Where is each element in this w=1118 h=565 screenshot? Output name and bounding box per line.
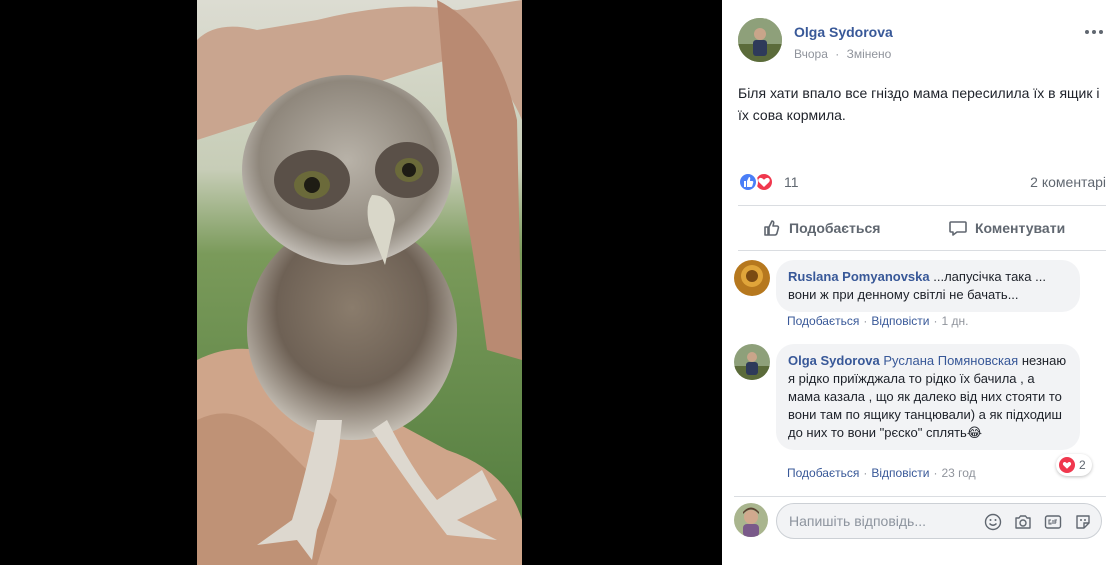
comment-actions: Подобається · Відповісти · 23 год bbox=[787, 466, 976, 480]
post-author-name[interactable]: Olga Sydorova bbox=[794, 24, 893, 40]
commenter-avatar[interactable] bbox=[734, 260, 770, 296]
comment-like-link[interactable]: Подобається bbox=[787, 466, 859, 480]
commenter-avatar-image bbox=[734, 344, 770, 380]
more-dot-icon bbox=[1099, 30, 1103, 34]
heart-icon bbox=[758, 177, 770, 187]
comment-author[interactable]: Ruslana Pomyanovska bbox=[788, 269, 930, 284]
comment-button[interactable]: Коментувати bbox=[948, 206, 1118, 250]
comment-reaction-count: 2 bbox=[1079, 458, 1086, 472]
author-avatar-image bbox=[738, 18, 782, 62]
comment-author[interactable]: Olga Sydorova bbox=[788, 353, 880, 368]
like-button[interactable]: Подобається bbox=[762, 206, 880, 250]
post-meta: Вчора · Змінено bbox=[794, 47, 891, 61]
comment-mention[interactable]: Руслана Помяновская bbox=[883, 353, 1018, 368]
gif-icon-svg bbox=[1044, 515, 1062, 529]
comment-reactions[interactable]: 2 bbox=[1056, 454, 1092, 476]
reply-input[interactable] bbox=[789, 512, 959, 530]
camera-icon-svg bbox=[1015, 515, 1031, 529]
reply-composer bbox=[734, 496, 1106, 542]
comment-time[interactable]: 23 год bbox=[941, 466, 975, 480]
more-dot-icon bbox=[1085, 30, 1089, 34]
more-options-button[interactable] bbox=[1080, 20, 1108, 44]
separator: · bbox=[863, 466, 868, 480]
sticker-icon[interactable] bbox=[1073, 512, 1093, 532]
commenter-avatar-image bbox=[734, 260, 770, 296]
commenter-avatar[interactable] bbox=[734, 344, 770, 380]
current-user-avatar-image bbox=[734, 503, 768, 537]
comment-count[interactable]: 2 коментарі bbox=[1030, 174, 1106, 190]
comment-reply-link[interactable]: Відповісти bbox=[871, 314, 929, 328]
meta-separator: · bbox=[835, 47, 840, 61]
comment-reply-link[interactable]: Відповісти bbox=[871, 466, 929, 480]
reactions-summary: 11 2 коментарі bbox=[738, 171, 1106, 193]
comment-item: Ruslana Pomyanovska ...лапусічка така ..… bbox=[734, 260, 1106, 332]
comment-actions: Подобається · Відповісти · 1 дн. bbox=[787, 314, 968, 328]
comment-like-link[interactable]: Подобається bbox=[787, 314, 859, 328]
owlet-photo-image bbox=[197, 0, 522, 565]
heart-icon bbox=[1059, 457, 1075, 473]
reaction-icons[interactable] bbox=[738, 171, 782, 193]
gif-icon[interactable] bbox=[1043, 512, 1063, 532]
owlet-photo[interactable] bbox=[197, 0, 522, 565]
post-header: Olga Sydorova Вчора · Змінено bbox=[738, 18, 1108, 68]
separator: · bbox=[933, 466, 938, 480]
comment-bubble-icon bbox=[949, 221, 967, 236]
photo-viewer bbox=[0, 0, 722, 565]
separator: · bbox=[863, 314, 868, 328]
comment-time[interactable]: 1 дн. bbox=[941, 314, 968, 328]
comment-bubble: Olga Sydorova Руслана Помяновская незнаю… bbox=[776, 344, 1080, 450]
thumbs-up-icon bbox=[744, 177, 754, 187]
emoji-icon[interactable] bbox=[983, 512, 1003, 532]
comment-bubble: Ruslana Pomyanovska ...лапусічка така ..… bbox=[776, 260, 1080, 312]
reply-input-container bbox=[776, 503, 1102, 539]
reaction-count[interactable]: 11 bbox=[784, 174, 799, 190]
camera-icon[interactable] bbox=[1013, 512, 1033, 532]
heart-icon-svg bbox=[1062, 461, 1072, 469]
author-avatar[interactable] bbox=[738, 18, 782, 62]
comment-button-label: Коментувати bbox=[975, 220, 1066, 236]
more-dot-icon bbox=[1092, 30, 1096, 34]
smiley-icon bbox=[984, 513, 1002, 531]
post-text: Біля хати впало все гніздо мама пересили… bbox=[738, 85, 1100, 123]
post-time[interactable]: Вчора bbox=[794, 47, 828, 61]
post-edited[interactable]: Змінено bbox=[847, 47, 892, 61]
post-action-bar: Подобається Коментувати bbox=[738, 205, 1106, 251]
current-user-avatar bbox=[734, 503, 768, 537]
sticker-icon-svg bbox=[1076, 515, 1090, 529]
post-panel: Olga Sydorova Вчора · Змінено Біля хати … bbox=[722, 0, 1118, 565]
thumbs-up-outline-icon bbox=[764, 220, 780, 236]
like-reaction-icon bbox=[738, 172, 758, 192]
separator: · bbox=[933, 314, 938, 328]
comment-item: Olga Sydorova Руслана Помяновская незнаю… bbox=[734, 344, 1106, 484]
like-button-label: Подобається bbox=[789, 220, 881, 236]
